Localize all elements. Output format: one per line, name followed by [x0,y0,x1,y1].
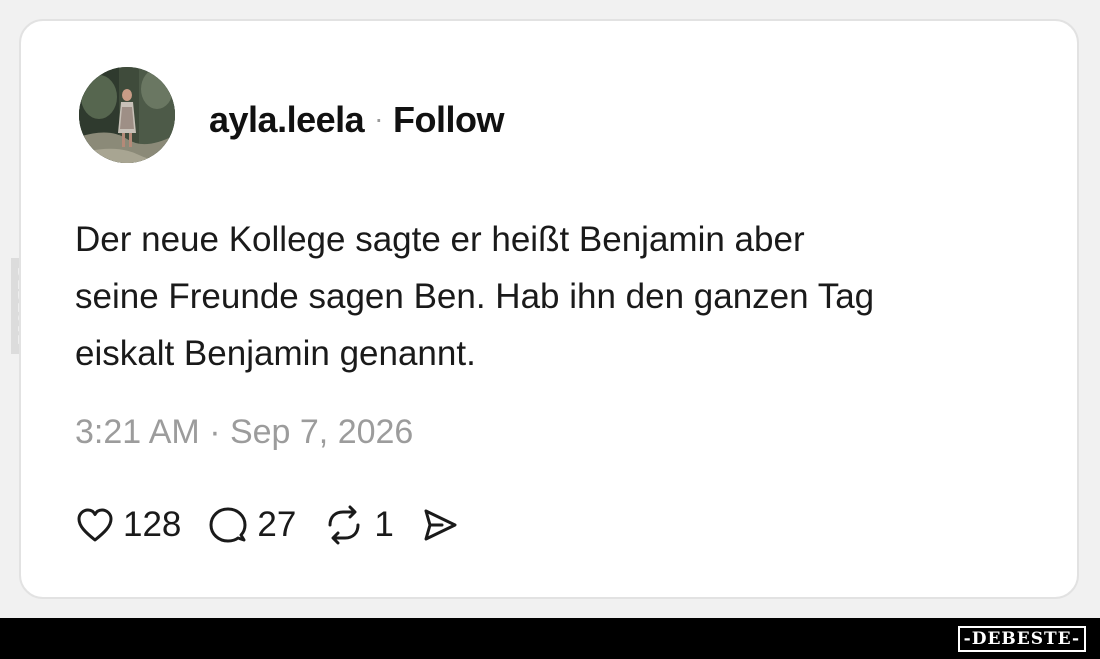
follow-button[interactable]: Follow [393,99,504,140]
repost-arrows-icon [328,505,360,545]
post-text-line: seine Freunde sagen Ben. Hab ihn den gan… [75,277,875,316]
post-actions: 128 27 1 [75,501,486,549]
header-separator: · [374,103,383,134]
post-header: ayla.leela · Follow [209,99,504,141]
send-icon [424,509,457,541]
repost-button[interactable]: 1 [322,505,394,545]
reply-count: 27 [257,505,297,544]
screenshot-stage: DEBESTE ayla.leela·Follow Der n [0,0,1100,618]
post-text-line: Der neue Kollege sagte er heißt Benjamin… [75,220,805,259]
debeste-logo: -DEBESTE- [957,626,1086,652]
share-button[interactable] [420,506,460,544]
reply-button[interactable]: 27 [207,505,296,545]
like-count: 128 [123,505,182,544]
repost-count: 1 [374,505,394,544]
post-timestamp[interactable]: 3:21 AM · Sep 7, 2026 [75,413,413,452]
watermark-footer: -DEBESTE- [0,618,1100,659]
username[interactable]: ayla.leela [209,99,365,140]
post-text: Der neue Kollege sagte er heißt Benjamin… [75,211,1035,382]
post-card: ayla.leela · Follow Der neue Kollege sagte… [19,19,1079,599]
like-button[interactable]: 128 [75,505,181,545]
heart-icon [77,508,113,542]
post-text-line: eiskalt Benjamin genannt. [75,334,476,373]
avatar-photo-icon [79,67,175,163]
avatar[interactable] [79,67,175,163]
speech-bubble-icon [209,507,247,543]
